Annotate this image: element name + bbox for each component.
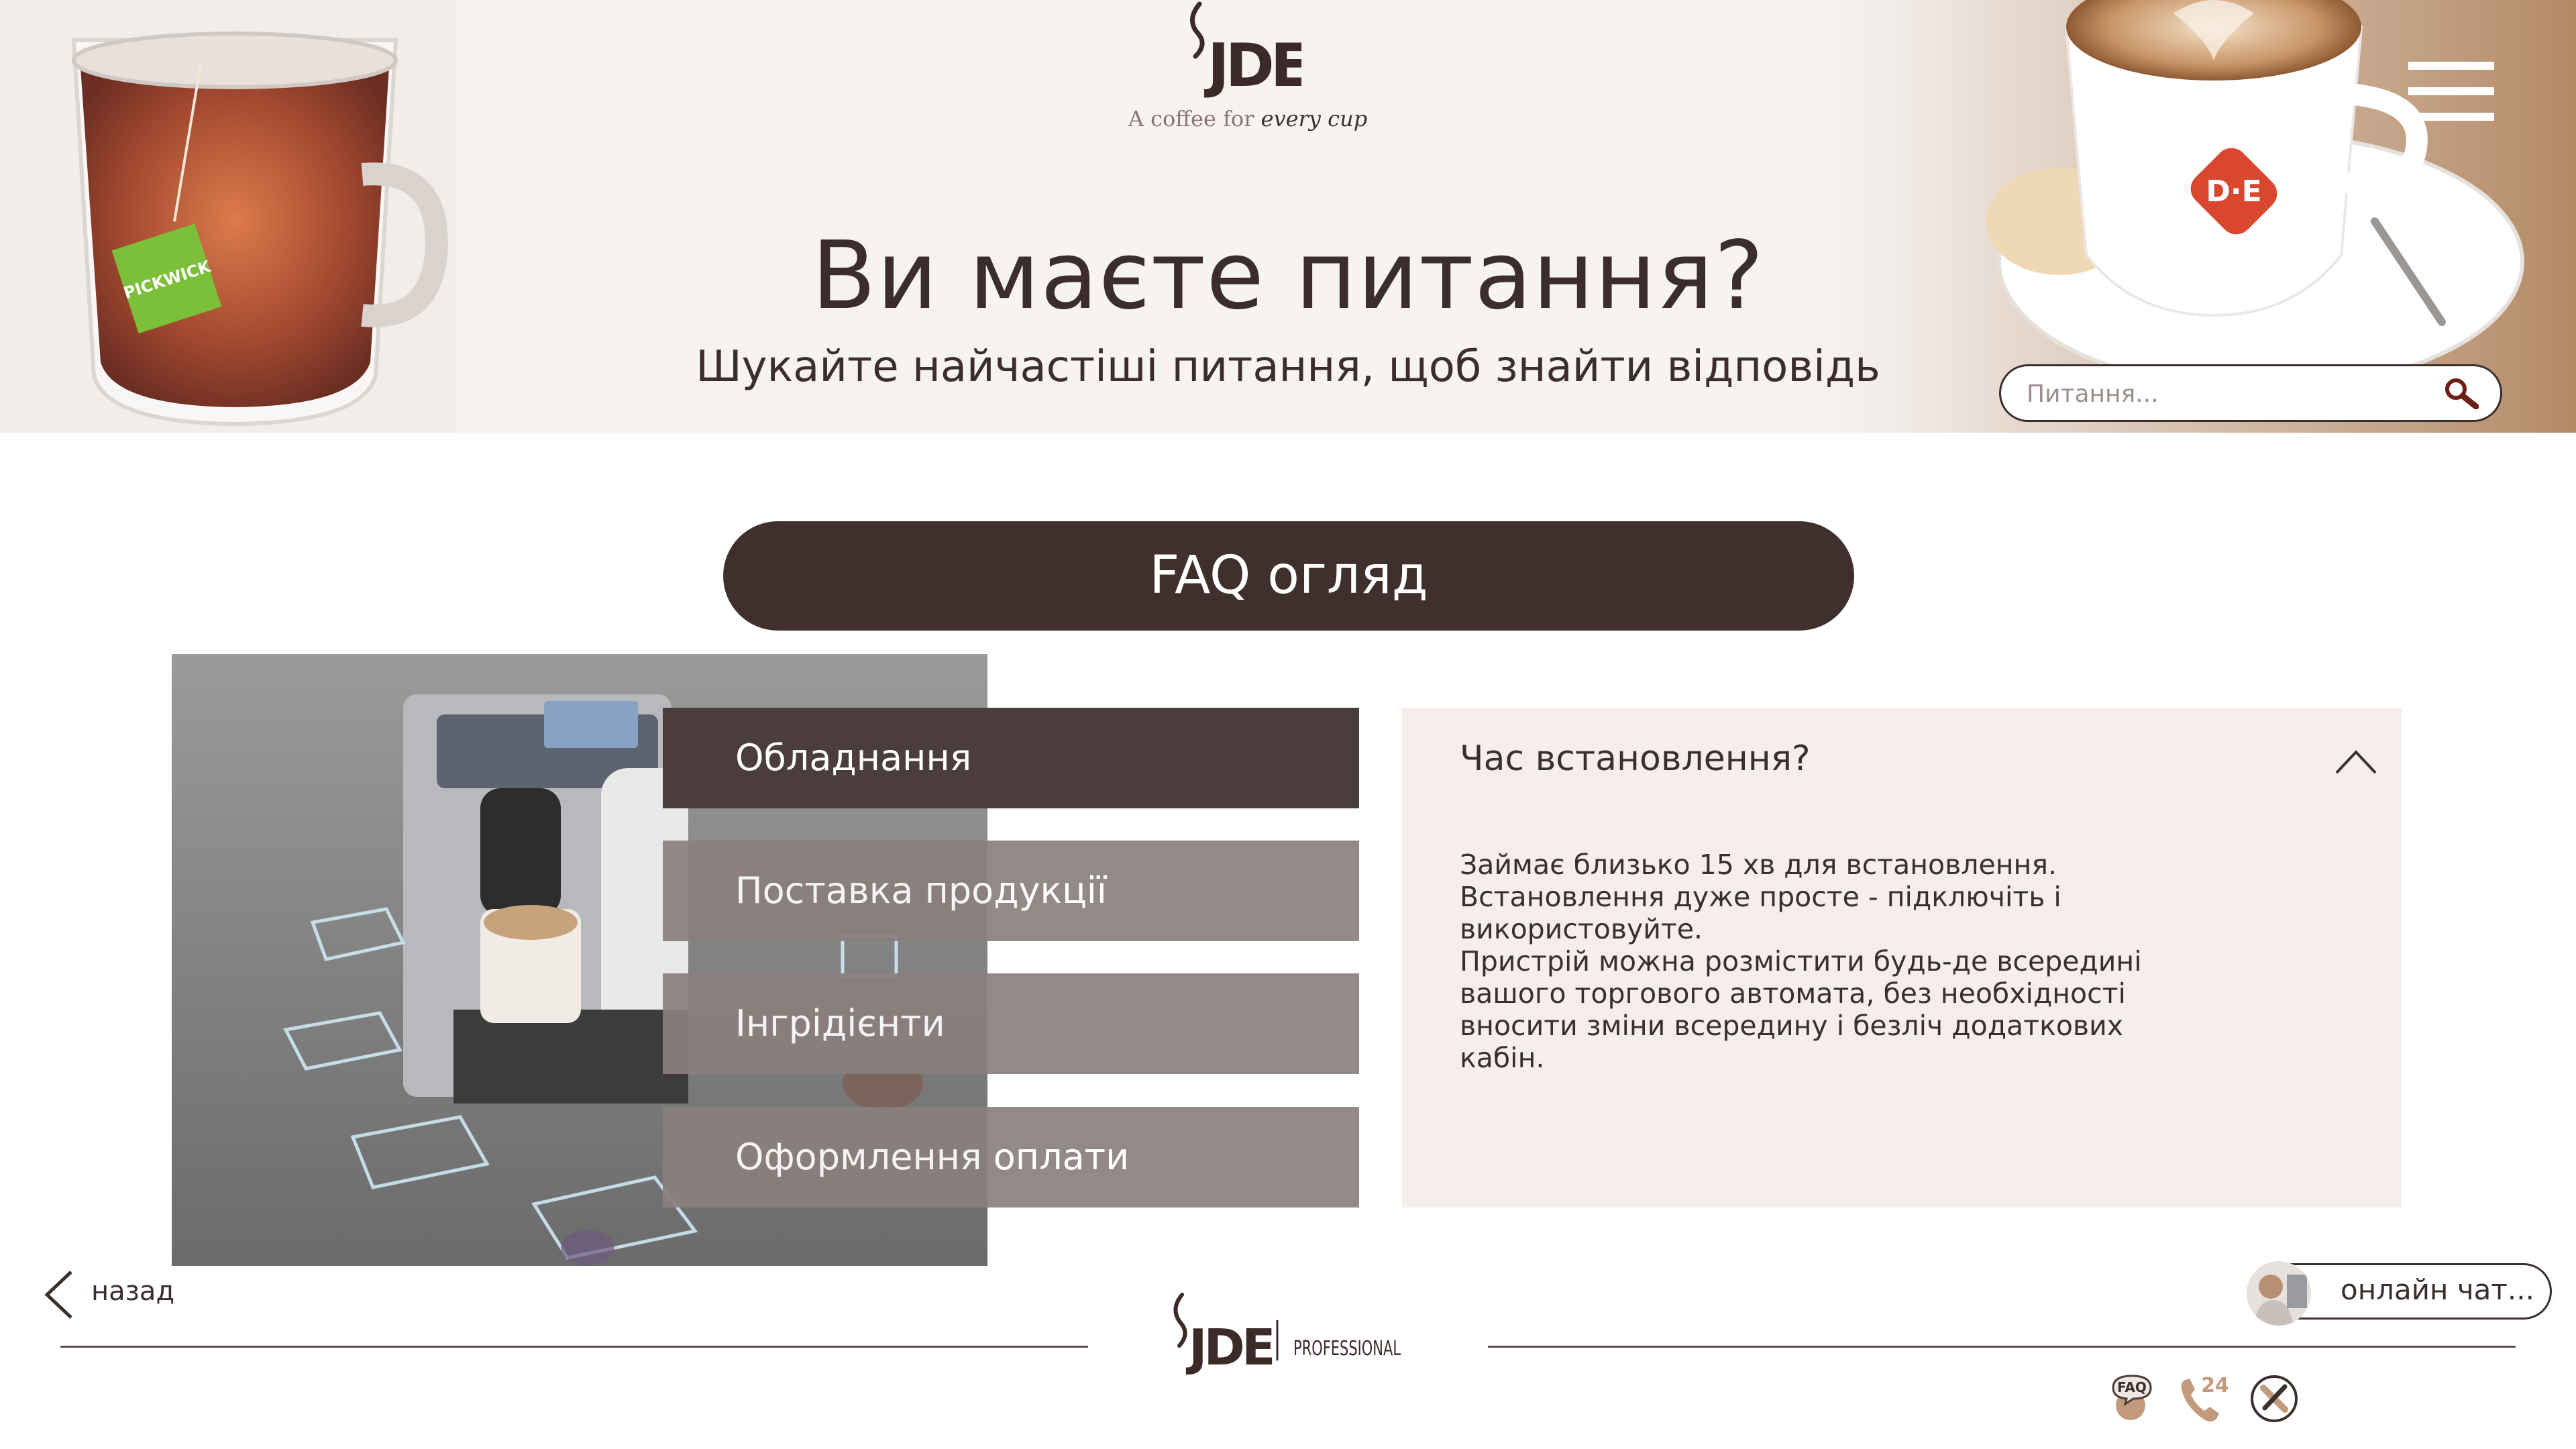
category-ingredients[interactable]: Інгрідієнти bbox=[663, 973, 1359, 1074]
page-subheadline: Шукайте найчастіші питання, щоб знайти в… bbox=[696, 342, 1880, 392]
service-tools-icon[interactable] bbox=[2247, 1372, 2301, 1426]
category-label: Інгрідієнти bbox=[735, 1002, 945, 1044]
svg-text:24: 24 bbox=[2201, 1374, 2229, 1397]
tea-glass-image: PICKWICK bbox=[0, 0, 456, 433]
category-label: Поставка продукції bbox=[735, 869, 1107, 912]
faq-icon[interactable]: FAQ bbox=[2106, 1372, 2160, 1426]
search-field[interactable] bbox=[1999, 364, 2502, 422]
category-equipment[interactable]: Обладнання bbox=[663, 708, 1359, 808]
faq-overview-label: FAQ огляд bbox=[1149, 545, 1428, 606]
category-label: Оформлення оплати bbox=[735, 1136, 1130, 1178]
online-chat-button[interactable]: онлайн чат... bbox=[2247, 1261, 2552, 1326]
header-banner: PICKWICK D·E JDE A coffee for every cup … bbox=[0, 0, 2576, 433]
chevron-left-icon bbox=[44, 1271, 72, 1319]
page-headline: Ви маєте питання? bbox=[811, 221, 1765, 331]
footer-divider-left bbox=[60, 1346, 1088, 1348]
chevron-up-icon[interactable] bbox=[2334, 748, 2377, 775]
svg-text:JDE: JDE bbox=[1185, 1319, 1273, 1375]
brand-tagline: A coffee for every cup bbox=[1128, 106, 1368, 131]
category-payment[interactable]: Оформлення оплати bbox=[663, 1107, 1359, 1208]
category-label: Обладнання bbox=[735, 737, 972, 779]
category-product-supply[interactable]: Поставка продукції bbox=[663, 841, 1359, 941]
svg-text:JDE: JDE bbox=[1204, 31, 1301, 100]
cup-logo-text: D·E bbox=[2206, 174, 2261, 209]
back-label: назад bbox=[91, 1276, 175, 1307]
faq-answer-text: Займає близько 15 хв для встановлення. В… bbox=[1460, 849, 2142, 1074]
faq-overview-button[interactable]: FAQ огляд bbox=[723, 521, 1854, 631]
faq-answer-panel: Час встановлення? Займає близько 15 хв д… bbox=[1402, 708, 2402, 1208]
search-input[interactable] bbox=[2025, 376, 2417, 412]
svg-text:FAQ: FAQ bbox=[2117, 1379, 2147, 1395]
phone-24-icon[interactable]: 24 bbox=[2176, 1372, 2230, 1426]
jde-professional-logo: JDE PROFESSIONAL bbox=[1173, 1293, 1401, 1375]
footer-divider-right bbox=[1488, 1346, 2516, 1348]
online-chat-label: онлайн чат... bbox=[2341, 1273, 2534, 1306]
jde-logo: JDE bbox=[1190, 1, 1301, 100]
chat-agent-avatar bbox=[2247, 1261, 2311, 1326]
brand-professional-text: PROFESSIONAL bbox=[1293, 1337, 1401, 1360]
menu-hamburger-icon[interactable] bbox=[2408, 62, 2494, 121]
search-icon[interactable] bbox=[2444, 377, 2479, 409]
faq-question-title: Час встановлення? bbox=[1460, 739, 1811, 779]
